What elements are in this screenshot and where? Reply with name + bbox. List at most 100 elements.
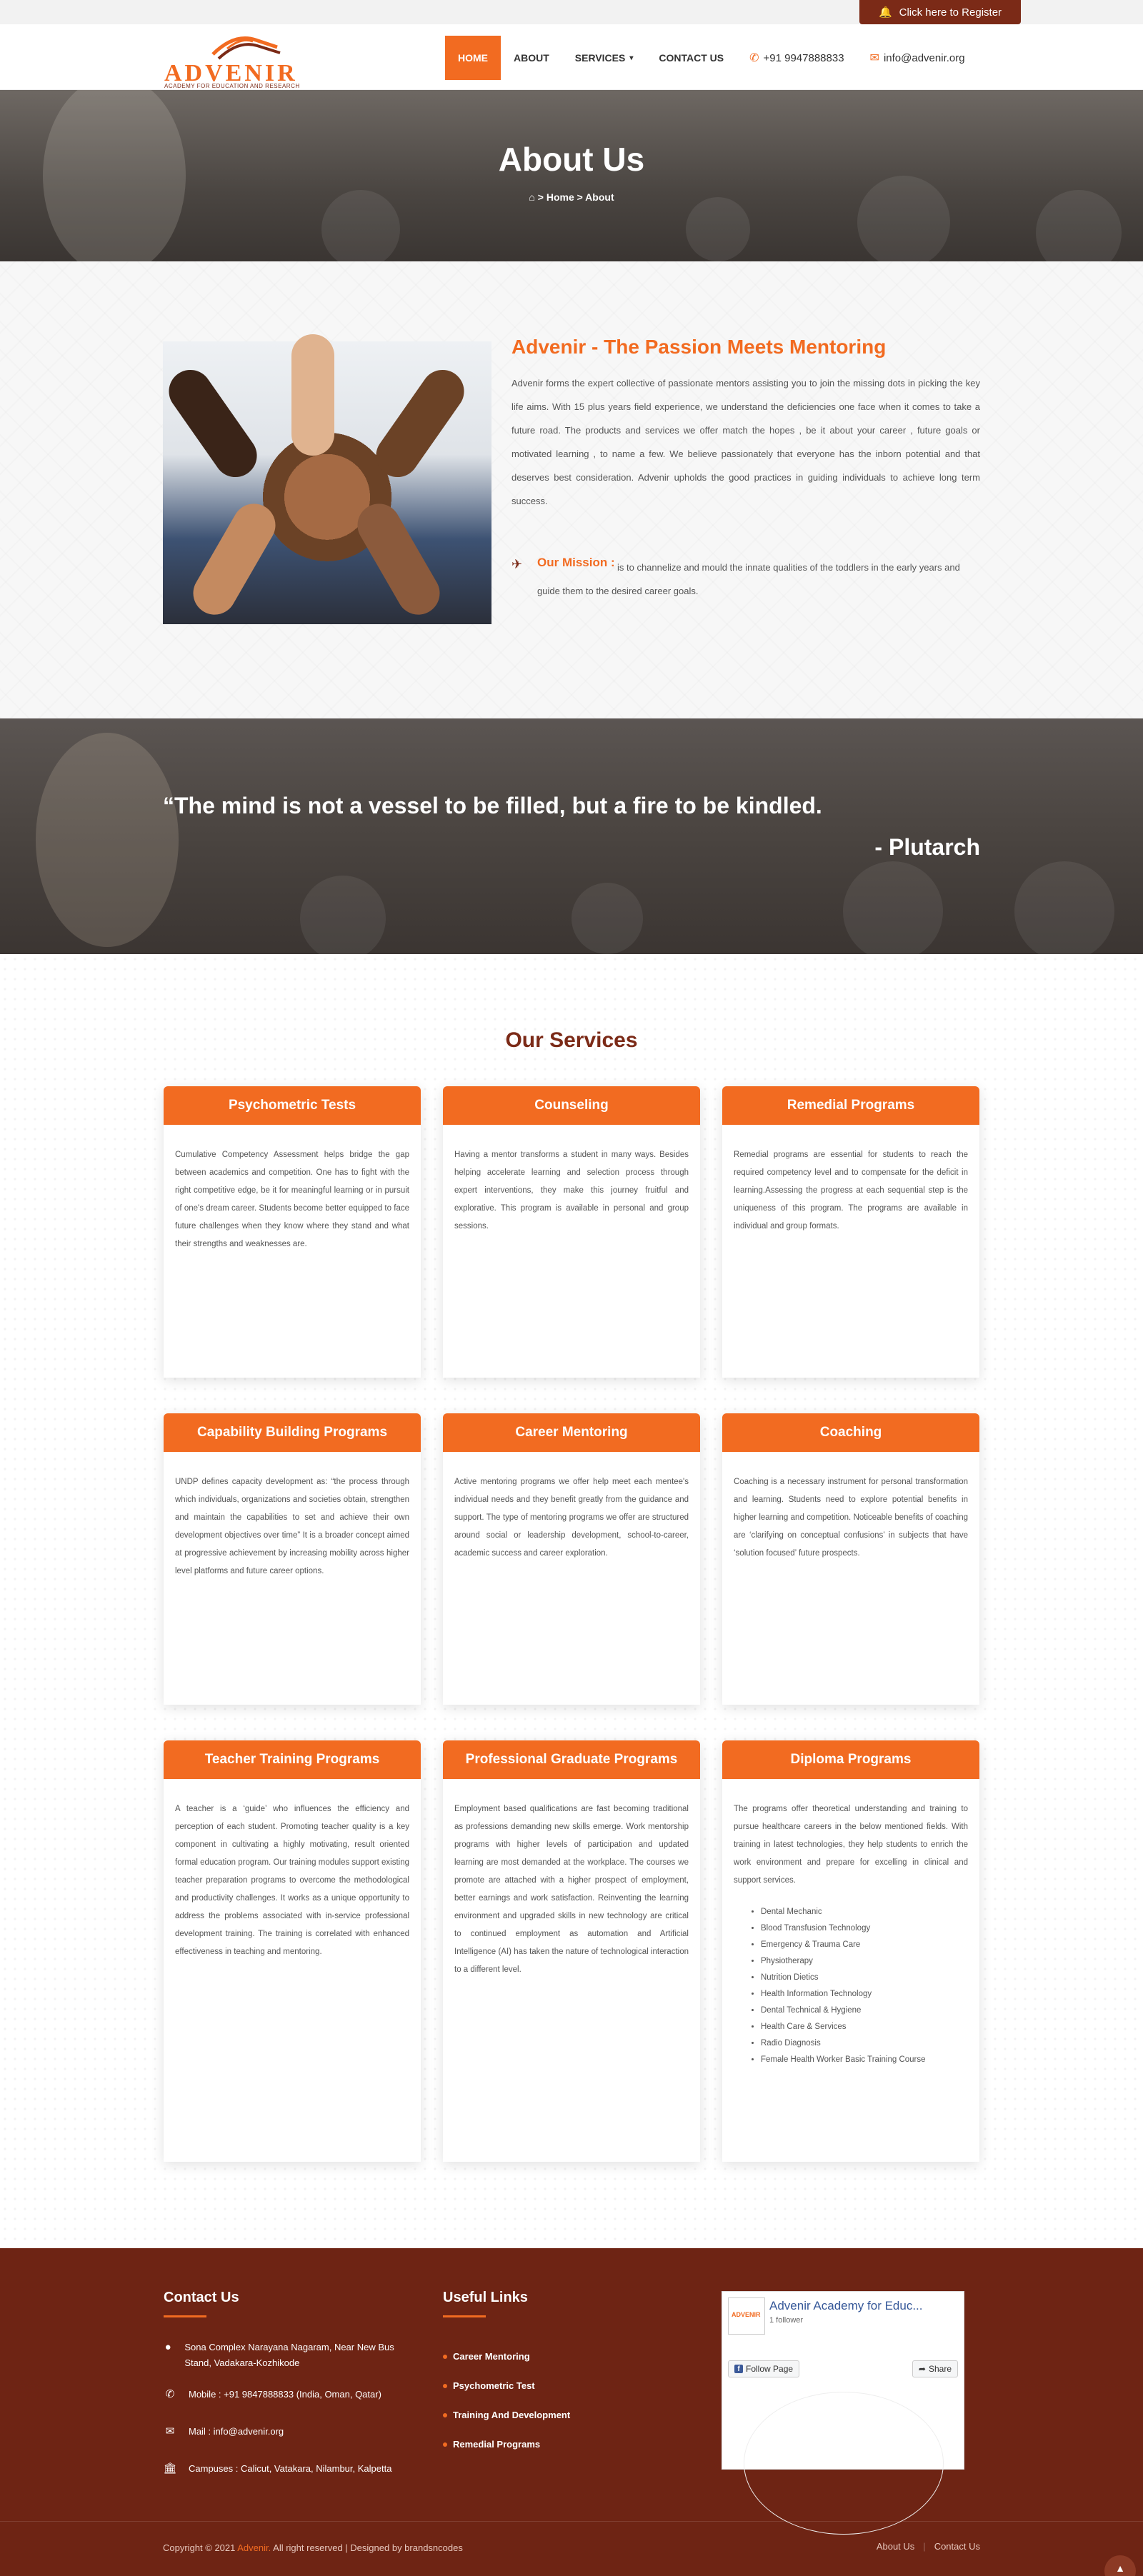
service-card[interactable]: Psychometric Tests Cumulative Competency… [164,1086,421,1378]
arm-shape [160,361,266,486]
quote-figure [572,883,643,954]
chevron-up-icon: ▲ [1115,2562,1125,2574]
quote-text: “The mind is not a vessel to be filled, … [163,793,822,818]
quote-author: - Plutarch [874,834,980,860]
footer-contact-link[interactable]: Contact Us [934,2541,980,2552]
footer-separator: | [923,2541,926,2552]
service-card-title: Coaching [722,1413,979,1452]
nav-about[interactable]: ABOUT [501,36,562,80]
list-item: Female Health Worker Basic Training Cour… [761,2052,968,2068]
service-card-title: Psychometric Tests [164,1086,421,1125]
list-item: Dental Mechanic [761,1904,968,1920]
quote-figure [36,733,179,947]
footer-address-text: Sona Complex Narayana Nagaram, Near New … [184,2342,394,2368]
top-strip: 🔔 Click here to Register [0,0,1143,24]
footer-mail[interactable]: ✉ Mail : info@advenir.org [163,2424,284,2440]
service-card-text: Having a mentor transforms a student in … [454,1151,689,1231]
footer-link[interactable]: Remedial Programs [443,2439,540,2450]
list-item: Emergency & Trauma Care [761,1937,968,1953]
footer-bottom-links: About Us | Contact Us [877,2541,980,2552]
chevron-down-icon: ▾ [629,54,634,62]
nav-services-label: SERVICES [574,52,626,64]
fb-follow-button[interactable]: f Follow Page [728,2360,800,2377]
mission-label: Our Mission : [537,556,615,569]
register-button[interactable]: 🔔 Click here to Register [859,0,1021,24]
about-text: Advenir forms the expert collective of p… [511,378,980,506]
footer-about-link[interactable]: About Us [877,2541,914,2552]
fb-follow-label: Follow Page [746,2364,794,2374]
copyright-prefix: Copyright © 2021 [163,2542,236,2553]
fb-followers: 1 follower [769,2316,804,2325]
fb-cover-placeholder [744,2392,944,2535]
list-item: Dental Technical & Hygiene [761,2003,968,2019]
arm-shape [291,334,334,456]
service-card-text: UNDP defines capacity development as: “t… [175,1478,409,1575]
quote-banner: “The mind is not a vessel to be filled, … [0,718,1143,954]
nav-home[interactable]: HOME [445,36,501,80]
footer-link[interactable]: Career Mentoring [443,2351,530,2362]
about-title: Advenir - The Passion Meets Mentoring [511,336,887,358]
service-card[interactable]: Counseling Having a mentor transforms a … [443,1086,700,1378]
service-card[interactable]: Teacher Training Programs A teacher is a… [164,1740,421,2162]
copyright-brand[interactable]: Advenir. [237,2542,271,2553]
footer-campuses-text: Campuses : Calicut, Vatakara, Nilambur, … [189,2463,392,2474]
footer-link[interactable]: Training And Development [443,2410,570,2420]
footer-mobile-text: Mobile : +91 9847888833 (India, Oman, Qa… [189,2389,381,2400]
building-icon: 🏛 [163,2462,177,2475]
page-title: About Us [498,141,645,178]
facebook-page-widget[interactable]: ADVENIR Advenir Academy for Educ... 1 fo… [722,2291,964,2535]
footer-link-label: Career Mentoring [453,2351,530,2362]
arm-shape [349,496,448,623]
list-item: Health Care & Services [761,2019,968,2035]
teamwork-hands-image [160,334,491,624]
service-card[interactable]: Coaching Coaching is a necessary instrum… [722,1413,979,1705]
nav-phone-text: +91 9947888833 [763,51,844,64]
service-card-title: Professional Graduate Programs [443,1740,700,1779]
quote-figure [843,861,943,954]
service-card-text: Active mentoring programs we offer help … [454,1478,689,1558]
service-card-text: Remedial programs are essential for stud… [734,1151,968,1231]
service-card[interactable]: Career Mentoring Active mentoring progra… [443,1413,700,1705]
map-marker-icon: ● [164,2341,171,2353]
main-nav: HOME ABOUT SERVICES ▾ CONTACT US ✆ +91 9… [445,36,978,80]
breadcrumb: ⌂ > Home > About [0,191,1143,203]
nav-email[interactable]: ✉ info@advenir.org [857,36,978,80]
service-card-title: Counseling [443,1086,700,1125]
footer-campuses: 🏛 Campuses : Calicut, Vatakara, Nilambur… [163,2461,391,2477]
service-card-title: Remedial Programs [722,1086,979,1125]
copyright-suffix: All right reserved | Designed by brandsn… [273,2542,463,2553]
fb-logo-text: ADVENIR [732,2311,761,2318]
home-icon[interactable]: ⌂ [529,191,534,203]
service-card-text: Employment based qualifications are fast… [454,1805,689,1974]
fb-page-logo[interactable]: ADVENIR [728,2297,765,2335]
service-card-text: A teacher is a ‘guide’ who influences th… [175,1805,409,1956]
bell-icon: 🔔 [878,6,892,19]
footer-underline [164,2315,206,2317]
bullet-icon [443,2412,447,2417]
service-card-text: Coaching is a necessary instrument for p… [734,1478,968,1558]
fb-share-button[interactable]: ➦ Share [912,2360,958,2377]
arm-shape [185,496,284,623]
service-card-title: Diploma Programs [722,1740,979,1779]
list-item: Radio Diagnosis [761,2035,968,2052]
service-card[interactable]: Professional Graduate Programs Employmen… [443,1740,700,2162]
nav-services[interactable]: SERVICES ▾ [562,36,647,80]
services-title: Our Services [505,1028,638,1052]
service-card[interactable]: Capability Building Programs UNDP define… [164,1413,421,1705]
nav-phone[interactable]: ✆ +91 9947888833 [737,36,857,80]
logo-mark [211,36,281,60]
about-section: Advenir - The Passion Meets Mentoring Ad… [0,261,1143,718]
nav-contact[interactable]: CONTACT US [646,36,737,80]
logo[interactable]: ADVENIR ACADEMY FOR EDUCATION AND RESEAR… [163,30,320,89]
service-card[interactable]: Diploma Programs The programs offer theo… [722,1740,979,2162]
service-card-title: Teacher Training Programs [164,1740,421,1779]
facebook-icon: f [734,2365,743,2373]
footer-link-label: Psychometric Test [453,2380,535,2391]
service-card[interactable]: Remedial Programs Remedial programs are … [722,1086,979,1378]
breadcrumb-home[interactable]: Home [546,191,574,203]
footer-link[interactable]: Psychometric Test [443,2380,535,2391]
breadcrumb-separator: > [577,191,586,203]
diploma-list: Dental Mechanic Blood Transfusion Techno… [734,1904,968,2068]
arm-shape [367,361,473,486]
fb-page-name[interactable]: Advenir Academy for Educ... [769,2299,923,2313]
